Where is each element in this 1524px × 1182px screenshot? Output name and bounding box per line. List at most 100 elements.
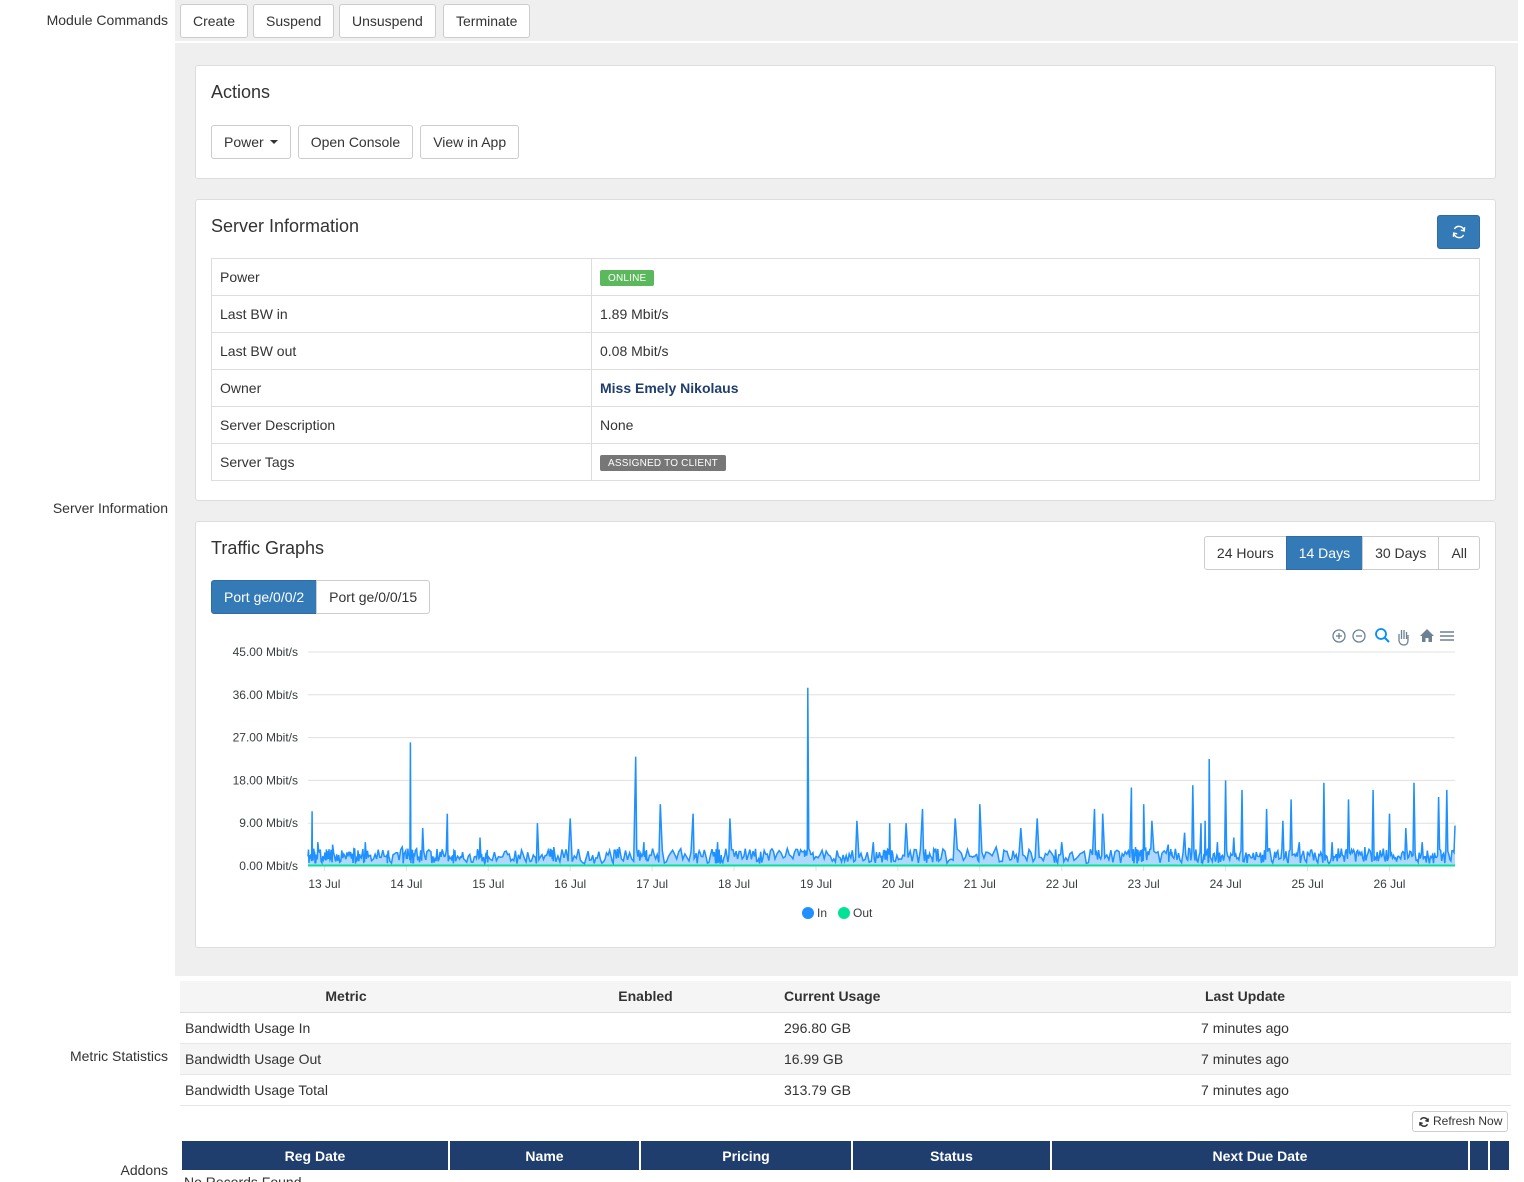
metric-name: Bandwidth Usage Out [180, 1043, 512, 1075]
action-column-header [1490, 1141, 1509, 1170]
power-label: Power [224, 134, 264, 150]
view-in-app-button[interactable]: View in App [420, 125, 520, 159]
addons-label: Addons [120, 1162, 168, 1178]
metric-row: Bandwidth Usage Out 16.99 GB 7 minutes a… [180, 1043, 1511, 1075]
metric-usage: 16.99 GB [779, 1043, 979, 1075]
info-value: 1.89 Mbit/s [591, 295, 1480, 333]
server-information-label: Server Information [52, 500, 168, 516]
traffic-chart: 45.00 Mbit/s 36.00 Mbit/s 27.00 Mbit/s 18.0… [233, 628, 1456, 920]
status-column-header[interactable]: Status [853, 1141, 1050, 1170]
info-key: Server Description [211, 406, 592, 444]
metric-name: Bandwidth Usage Total [180, 1074, 512, 1106]
server-info-table: Power ONLINE Last BW in 1.89 Mbit/s Last… [211, 258, 1480, 481]
last-update-column-header: Last Update [979, 981, 1511, 1013]
metric-row: Bandwidth Usage Total 313.79 GB 7 minute… [180, 1074, 1511, 1106]
info-row-owner: Owner Miss Emely Nikolaus [211, 369, 1480, 407]
name-column-header[interactable]: Name [450, 1141, 639, 1170]
metric-row: Bandwidth Usage In 296.80 GB 7 minutes a… [180, 1012, 1511, 1044]
zoom-out-icon[interactable] [1352, 629, 1366, 643]
info-key: Last BW in [211, 295, 592, 333]
x-tick-label: 20 Jul [882, 877, 914, 891]
reset-home-icon[interactable] [1420, 629, 1434, 642]
terminate-button[interactable]: Terminate [443, 4, 531, 38]
owner-link[interactable]: Miss Emely Nikolaus [600, 380, 739, 396]
actions-panel: Actions Power Open Console View in App [195, 65, 1496, 179]
refresh-icon [1419, 1116, 1429, 1127]
create-button[interactable]: Create [180, 4, 249, 38]
reg-date-column-header[interactable]: Reg Date [182, 1141, 448, 1170]
info-value: ONLINE [591, 258, 1480, 296]
server-tag-badge: ASSIGNED TO CLIENT [600, 455, 726, 471]
actions-title: Actions [211, 82, 271, 102]
y-tick-label: 0.00 Mbit/s [239, 859, 298, 873]
info-key: Owner [211, 369, 592, 407]
traffic-graphs-panel: Traffic Graphs 24 Hours 14 Days 30 Days … [195, 521, 1496, 948]
x-tick-label: 17 Jul [636, 877, 668, 891]
y-tick-label: 36.00 Mbit/s [233, 688, 298, 702]
chart-legend: In Out [802, 906, 873, 920]
legend-marker [838, 907, 850, 919]
server-module-area: Actions Power Open Console View in App S… [175, 43, 1518, 976]
legend-label: Out [853, 906, 873, 920]
chart-y-axis: 45.00 Mbit/s 36.00 Mbit/s 27.00 Mbit/s 18.0… [233, 645, 298, 873]
addons-header-row: Reg Date Name Pricing Status Next Due Da… [182, 1141, 1509, 1170]
zoom-in-icon[interactable] [1332, 629, 1346, 643]
next-due-date-column-header[interactable]: Next Due Date [1052, 1141, 1468, 1170]
x-tick-label: 21 Jul [964, 877, 996, 891]
power-status-badge: ONLINE [600, 270, 655, 286]
metric-enabled [512, 1012, 779, 1044]
addons-empty-text: No Records Found [184, 1174, 302, 1182]
metric-enabled [512, 1043, 779, 1075]
x-tick-label: 13 Jul [308, 877, 340, 891]
info-value: ASSIGNED TO CLIENT [591, 443, 1480, 481]
info-row-tags: Server Tags ASSIGNED TO CLIENT [211, 443, 1480, 481]
usage-column-header: Current Usage [779, 981, 979, 1013]
chart-series [307, 687, 1456, 867]
refresh-now-label: Refresh Now [1433, 1114, 1503, 1128]
legend-marker [802, 907, 814, 919]
info-key: Server Tags [211, 443, 592, 481]
legend-label: In [817, 906, 827, 920]
chart-x-axis: 13 Jul 14 Jul 15 Jul 16 Jul 17 Jul 18 Jul 19 J… [308, 865, 1455, 891]
metric-header-row: Metric Enabled Current Usage Last Update [180, 981, 1511, 1013]
pricing-column-header[interactable]: Pricing [641, 1141, 851, 1170]
metric-updated: 7 minutes ago [979, 1012, 1511, 1044]
x-tick-label: 16 Jul [554, 877, 586, 891]
metric-usage: 313.79 GB [779, 1074, 979, 1106]
power-dropdown-button[interactable]: Power [211, 125, 291, 159]
info-row-bw-out: Last BW out 0.08 Mbit/s [211, 332, 1480, 370]
suspend-button[interactable]: Suspend [253, 4, 335, 38]
x-tick-label: 23 Jul [1128, 877, 1160, 891]
caret-down-icon [269, 140, 278, 144]
info-value: None [591, 406, 1480, 444]
unsuspend-button[interactable]: Unsuspend [339, 4, 436, 38]
info-value: Miss Emely Nikolaus [591, 369, 1480, 407]
y-tick-label: 18.00 Mbit/s [233, 773, 298, 787]
refresh-icon [1452, 225, 1465, 239]
metric-enabled [512, 1074, 779, 1106]
refresh-now-button[interactable]: Refresh Now [1412, 1111, 1509, 1132]
metric-statistics-table: Metric Enabled Current Usage Last Update… [180, 981, 1511, 1106]
x-tick-label: 15 Jul [472, 877, 504, 891]
server-information-panel: Server Information Power ONLINE Last BW … [195, 199, 1496, 501]
chart-menu-icon[interactable] [1440, 631, 1454, 641]
addons-table: Reg Date Name Pricing Status Next Due Da… [180, 1141, 1511, 1170]
metric-name: Bandwidth Usage In [180, 1012, 512, 1044]
metric-updated: 7 minutes ago [979, 1043, 1511, 1075]
action-column-header [1470, 1141, 1488, 1170]
info-key: Power [211, 258, 592, 296]
x-tick-label: 24 Jul [1210, 877, 1242, 891]
selection-zoom-icon[interactable] [1375, 628, 1390, 643]
refresh-server-button[interactable] [1437, 215, 1480, 249]
open-console-button[interactable]: Open Console [297, 125, 414, 159]
y-tick-label: 27.00 Mbit/s [233, 731, 298, 745]
metric-statistics-label: Metric Statistics [69, 1048, 168, 1064]
x-tick-label: 14 Jul [390, 877, 422, 891]
x-tick-label: 25 Jul [1292, 877, 1324, 891]
x-tick-label: 26 Jul [1373, 877, 1405, 891]
pan-hand-icon[interactable] [1398, 630, 1409, 646]
info-row-power: Power ONLINE [211, 258, 1480, 296]
server-information-title: Server Information [211, 216, 360, 236]
metric-column-header: Metric [180, 981, 512, 1013]
x-tick-label: 22 Jul [1046, 877, 1078, 891]
